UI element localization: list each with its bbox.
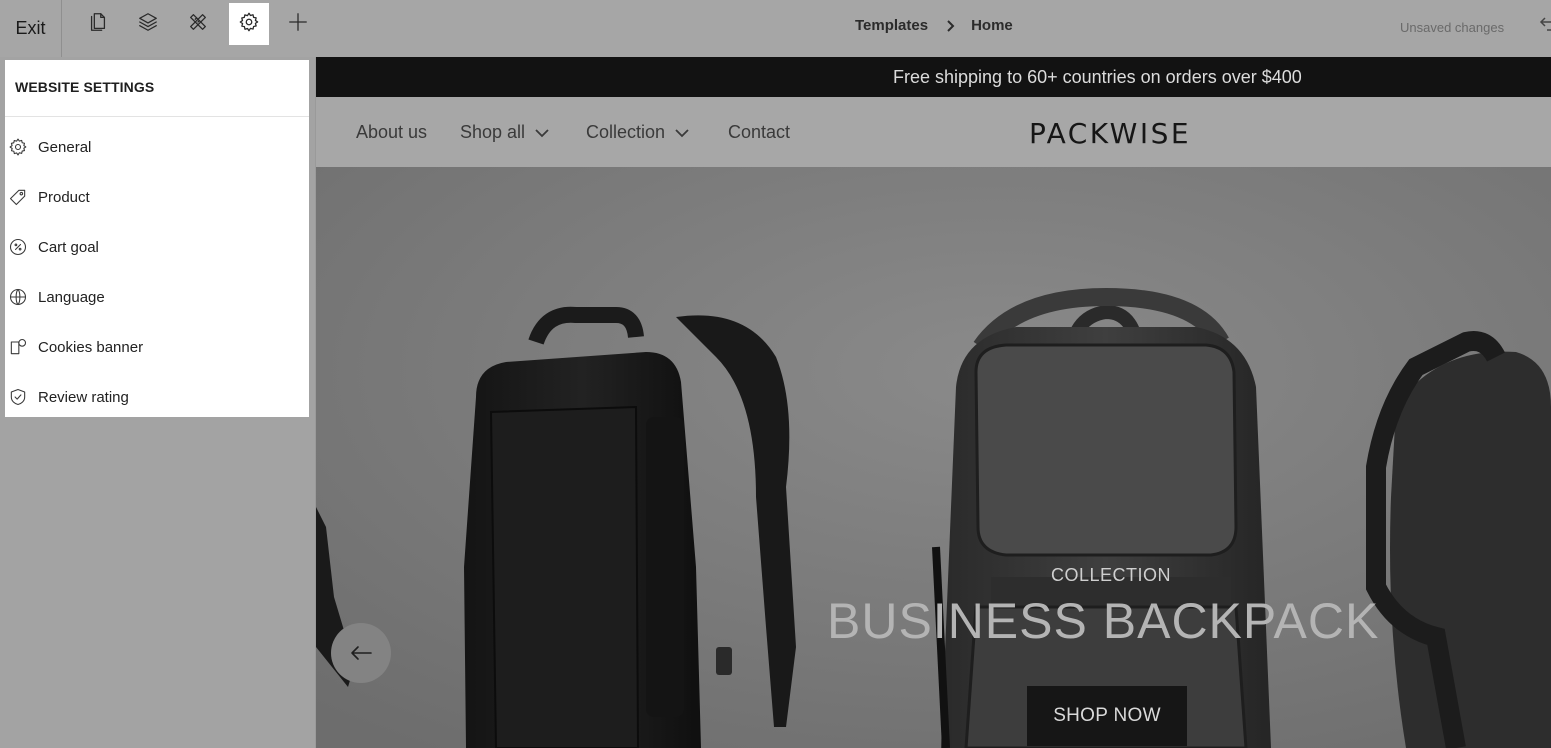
- nav-label: About us: [356, 122, 428, 142]
- settings-item-cart-goal[interactable]: Cart goal: [5, 227, 309, 267]
- plus-icon: [287, 11, 309, 38]
- settings-item-label: Product: [38, 188, 90, 206]
- settings-item-label: General: [38, 138, 92, 156]
- discount-icon: [7, 236, 29, 258]
- pages-button[interactable]: [78, 3, 118, 45]
- hero-banner: COLLECTION BUSINESS BACKPACK SHOP NOW: [316, 167, 1551, 748]
- layers-button[interactable]: [128, 3, 168, 45]
- breadcrumb: Templates Home: [855, 17, 1013, 34]
- divider: [5, 116, 309, 117]
- nav-about-us[interactable]: About us: [356, 122, 427, 143]
- editor-toolbar: Exit Templates Home Unsaved changes: [0, 0, 1551, 57]
- settings-item-review-rating[interactable]: Review rating: [5, 377, 309, 417]
- chevron-right-icon: [946, 19, 956, 32]
- settings-button[interactable]: [229, 3, 269, 45]
- chevron-down-icon: [535, 128, 549, 137]
- hero-image: [316, 167, 1551, 748]
- add-button[interactable]: [278, 3, 318, 45]
- layers-icon: [137, 11, 159, 38]
- nav-label: Shop all: [460, 122, 526, 142]
- site-header: About us Shop all Collection Contact PAC…: [316, 97, 1551, 167]
- settings-item-product[interactable]: Product: [5, 177, 309, 217]
- design-tools-icon: [187, 11, 209, 38]
- announcement-bar: Free shipping to 60+ countries on orders…: [316, 57, 1551, 97]
- chevron-down-icon: [675, 128, 689, 137]
- shield-check-icon: [7, 386, 29, 408]
- carousel-prev-button[interactable]: [331, 623, 391, 683]
- breadcrumb-templates[interactable]: Templates: [855, 17, 928, 34]
- exit-button[interactable]: Exit: [0, 0, 62, 57]
- settings-item-label: Cart goal: [38, 238, 99, 256]
- settings-item-label: Cookies banner: [38, 338, 144, 356]
- design-tools-button[interactable]: [178, 3, 218, 45]
- settings-item-label: Language: [38, 288, 105, 306]
- cookie-icon: [7, 336, 29, 358]
- pages-icon: [87, 11, 109, 38]
- undo-icon[interactable]: [1538, 14, 1551, 34]
- tag-icon: [7, 186, 29, 208]
- website-preview: Free shipping to 60+ countries on orders…: [316, 57, 1551, 748]
- website-settings-panel: WEBSITE SETTINGS General Product Cart go…: [5, 60, 309, 417]
- nav-shop-all[interactable]: Shop all: [460, 122, 549, 143]
- settings-item-cookies-banner[interactable]: Cookies banner: [5, 327, 309, 367]
- gear-icon: [7, 136, 29, 158]
- settings-item-label: Review rating: [38, 388, 129, 406]
- site-logo[interactable]: PACKWISE: [1029, 117, 1191, 150]
- settings-item-language[interactable]: Language: [5, 277, 309, 317]
- nav-label: Collection: [586, 122, 666, 142]
- nav-contact[interactable]: Contact: [728, 122, 790, 143]
- breadcrumb-home: Home: [971, 17, 1013, 34]
- globe-icon: [7, 286, 29, 308]
- hero-title: BUSINESS BACKPACK: [827, 593, 1380, 649]
- save-status: Unsaved changes: [1400, 20, 1505, 35]
- shop-now-button[interactable]: SHOP NOW: [1027, 686, 1187, 746]
- gear-icon: [238, 11, 260, 38]
- arrow-left-icon: [351, 646, 372, 660]
- panel-title: WEBSITE SETTINGS: [15, 79, 155, 95]
- nav-label: Contact: [728, 122, 791, 142]
- announcement-text: Free shipping to 60+ countries on orders…: [893, 67, 1302, 87]
- hero-subtitle: COLLECTION: [1051, 565, 1172, 585]
- settings-item-general[interactable]: General: [5, 127, 309, 167]
- nav-collection[interactable]: Collection: [586, 122, 689, 143]
